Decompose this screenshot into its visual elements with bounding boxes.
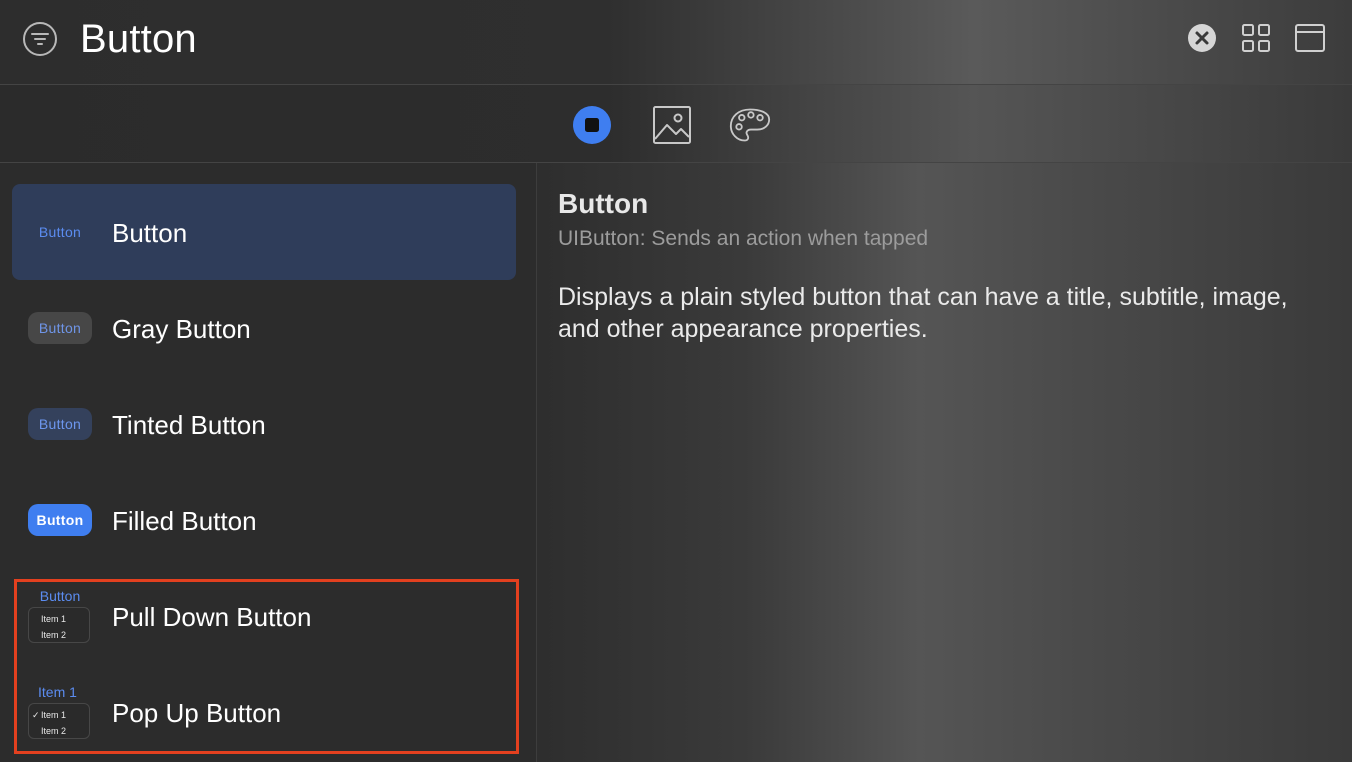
header-bar: Button	[0, 0, 1352, 85]
detail-title: Button	[558, 188, 649, 219]
grid-icon[interactable]	[1240, 22, 1272, 54]
window-icon[interactable]	[1294, 22, 1326, 54]
stop-circle-icon[interactable]	[571, 104, 613, 146]
close-circle-icon[interactable]	[1186, 22, 1218, 54]
filter-icon[interactable]	[22, 21, 58, 57]
sidebar-item-pull-down-button[interactable]: Button Item 1 Item 2 Pull Down Button	[12, 568, 516, 664]
page-title: Button	[80, 17, 197, 61]
pull-down-preview: Button Item 1 Item 2	[28, 587, 92, 643]
button-preview: Button	[38, 224, 82, 240]
sidebar-item-label: Pop Up Button	[112, 698, 282, 728]
inspector-toolbar	[0, 85, 1352, 163]
tinted-button-preview: Button	[28, 408, 92, 440]
sidebar-item-label: Filled Button	[112, 506, 257, 536]
menu-box: Item 1 Item 2	[28, 607, 90, 643]
detail-description: Displays a plain styled button that can …	[558, 283, 1288, 343]
sidebar-item-label: Button	[112, 218, 188, 248]
sidebar-item-label: Pull Down Button	[112, 602, 312, 632]
sidebar-item-gray-button[interactable]: Button Gray Button	[12, 280, 516, 376]
detail-subtitle: UIButton: Sends an action when tapped	[558, 227, 929, 250]
sidebar-item-button[interactable]: Button Button	[12, 184, 516, 280]
checkmark-icon: ✓	[32, 710, 40, 720]
filled-button-preview: Button	[28, 504, 92, 536]
sidebar: Button Button Button Gray Button Button …	[0, 163, 537, 762]
app-window: Button Button Button Button Gray Button …	[0, 0, 1352, 762]
menu-box: ✓ Item 1 Item 2	[28, 703, 90, 739]
sidebar-item-label: Gray Button	[112, 314, 251, 344]
sidebar-item-filled-button[interactable]: Button Filled Button	[12, 472, 516, 568]
image-icon[interactable]	[651, 104, 693, 146]
sidebar-item-label: Tinted Button	[112, 410, 266, 440]
pop-up-preview: Item 1 ✓ Item 1 Item 2	[28, 683, 92, 739]
gray-button-preview: Button	[28, 312, 92, 344]
sidebar-item-tinted-button[interactable]: Button Tinted Button	[12, 376, 516, 472]
sidebar-item-pop-up-button[interactable]: Item 1 ✓ Item 1 Item 2 Pop Up Button	[12, 664, 516, 760]
palette-icon[interactable]	[729, 104, 771, 146]
